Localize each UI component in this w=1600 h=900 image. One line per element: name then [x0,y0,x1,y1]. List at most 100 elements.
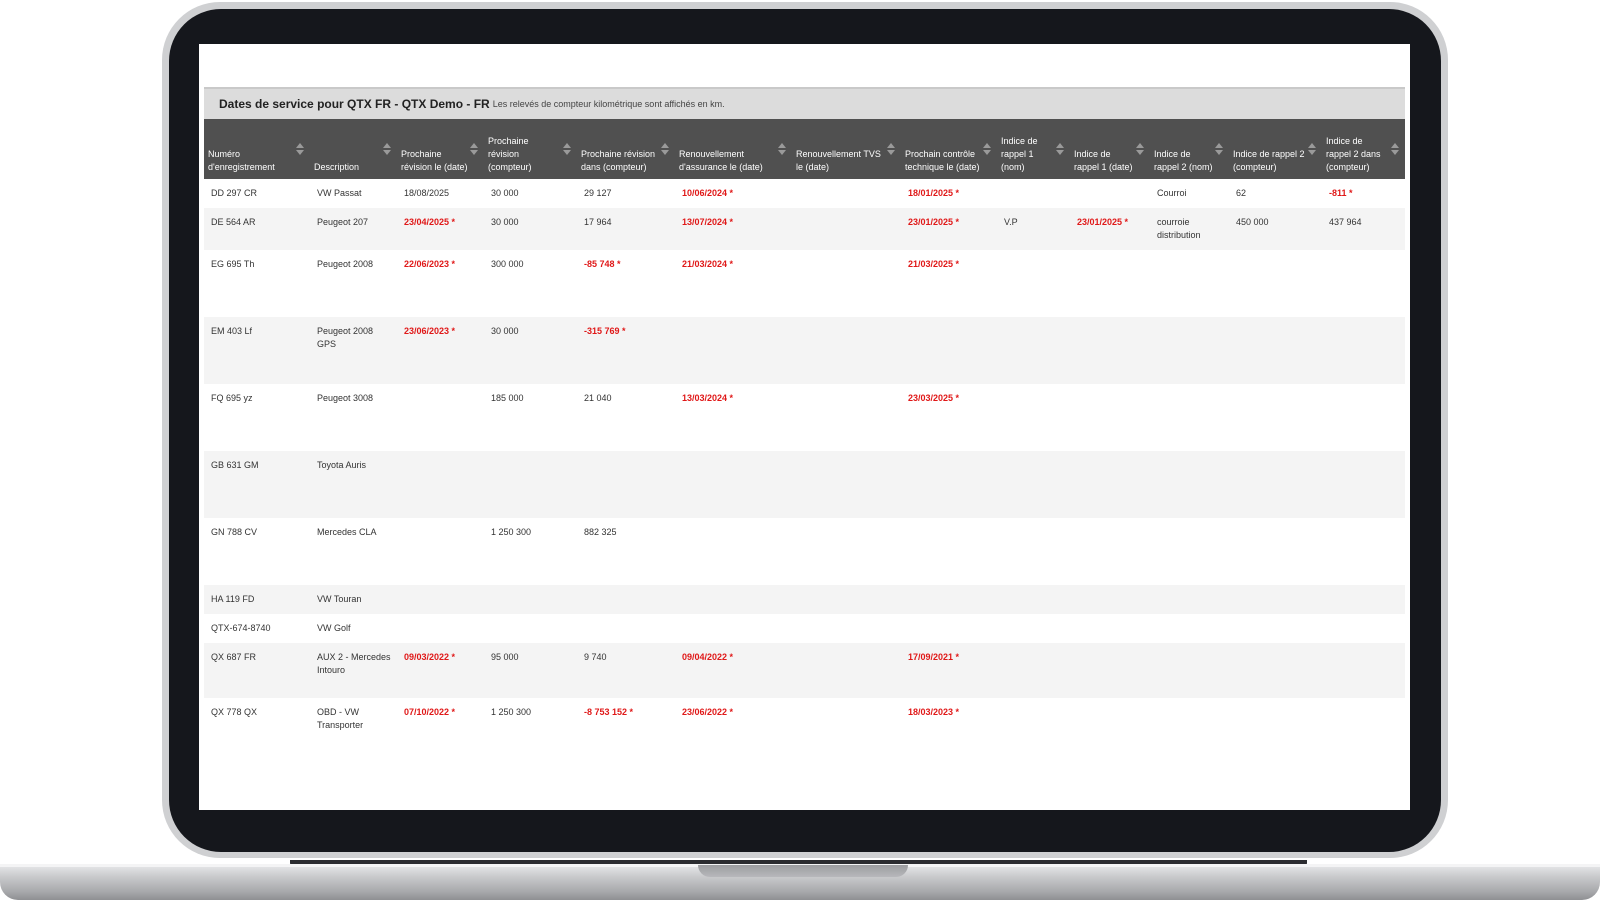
table-row[interactable]: QTX-674-8740 VW Golf [204,614,1405,643]
table-cell [1150,451,1229,518]
table-cell [1229,250,1322,317]
table-cell: QX 687 FR [204,643,310,698]
column-header[interactable]: Indice de rappel 1 (date) [1070,119,1150,179]
unit-note: Les relevés de compteur kilométrique son… [492,99,725,109]
table-cell: 21/03/2024 * [675,250,792,317]
table-cell: 17 964 [577,208,675,250]
table-cell [1322,317,1405,384]
table-cell [901,518,997,585]
table-cell: -315 769 * [577,317,675,384]
table-cell [997,384,1070,451]
sort-arrows-icon[interactable] [778,143,786,155]
table-cell: QX 778 QX [204,698,310,740]
table-cell: EM 403 Lf [204,317,310,384]
table-cell [997,698,1070,740]
column-header[interactable]: Prochaine révision le (date) [397,119,484,179]
table-cell [1150,250,1229,317]
sort-arrows-icon[interactable] [470,143,478,155]
sort-arrows-icon[interactable] [1391,143,1399,155]
table-row[interactable]: EM 403 Lf Peugeot 2008 GPS 23/06/2023 * 30 … [204,317,1405,384]
sort-arrows-icon[interactable] [563,143,571,155]
table-row[interactable]: DE 564 AR Peugeot 207 23/04/2025 * 30 000 17… [204,208,1405,250]
column-header[interactable]: Renouvellement TVS le (date) [792,119,901,179]
table-cell [397,614,484,643]
table-cell: DD 297 CR [204,179,310,208]
table-cell [397,585,484,614]
column-header[interactable]: Renouvellement d'assurance le (date) [675,119,792,179]
table-cell: 17/09/2021 * [901,643,997,698]
table-row[interactable]: HA 119 FD VW Touran [204,585,1405,614]
table-cell [792,698,901,740]
column-header[interactable]: Description [310,119,397,179]
column-header[interactable]: Indice de rappel 2 dans (compteur) [1322,119,1405,179]
table-row[interactable]: QX 687 FR AUX 2 - Mercedes Intouro 09/03/2… [204,643,1405,698]
column-header[interactable]: Numéro d'enregistrement [204,119,310,179]
table-cell: 95 000 [484,643,577,698]
table-cell: 1 250 300 [484,518,577,585]
table-row[interactable]: QX 778 QX OBD - VW Transporter 07/10/2022 … [204,698,1405,740]
table-cell: 13/07/2024 * [675,208,792,250]
column-header[interactable]: Indice de rappel 1 (nom) [997,119,1070,179]
table-cell [1150,317,1229,384]
table-cell [901,585,997,614]
table-cell [997,614,1070,643]
table-cell [1322,451,1405,518]
table-cell: 437 964 [1322,208,1405,250]
table-cell: 30 000 [484,179,577,208]
table-cell [397,518,484,585]
table-cell: courroie distribution [1150,208,1229,250]
sort-arrows-icon[interactable] [661,143,669,155]
table-cell: 300 000 [484,250,577,317]
table-header-row: Numéro d'enregistrement Description Procha… [204,119,1405,179]
table-cell [792,208,901,250]
sort-arrows-icon[interactable] [1215,143,1223,155]
table-cell: 23/04/2025 * [397,208,484,250]
table-row[interactable]: FQ 695 yz Peugeot 3008 185 000 21 040 13/03/… [204,384,1405,451]
table-cell: Peugeot 207 [310,208,397,250]
table-cell [792,518,901,585]
sort-arrows-icon[interactable] [383,143,391,155]
table-cell [792,643,901,698]
table-cell: HA 119 FD [204,585,310,614]
table-row[interactable]: GB 631 GM Toyota Auris [204,451,1405,518]
table-cell [397,384,484,451]
table-cell: OBD - VW Transporter [310,698,397,740]
sort-arrows-icon[interactable] [1136,143,1144,155]
table-cell [1070,698,1150,740]
table-cell: 23/01/2025 * [1070,208,1150,250]
table-cell: EG 695 Th [204,250,310,317]
sort-arrows-icon[interactable] [1056,143,1064,155]
table-cell [1322,585,1405,614]
table-cell: Peugeot 3008 [310,384,397,451]
page-title: Dates de service pour QTX FR - QTX Demo … [219,97,490,111]
sort-arrows-icon[interactable] [296,143,304,155]
table-cell: 18/03/2023 * [901,698,997,740]
table-cell: 23/06/2022 * [675,698,792,740]
column-header[interactable]: Prochaine révision dans (compteur) [577,119,675,179]
table-cell: 09/04/2022 * [675,643,792,698]
table-cell: 29 127 [577,179,675,208]
sort-arrows-icon[interactable] [1308,143,1316,155]
table-cell [1070,384,1150,451]
table-row[interactable]: DD 297 CR VW Passat 18/08/2025 30 000 29 127… [204,179,1405,208]
table-row[interactable]: EG 695 Th Peugeot 2008 22/06/2023 * 300 000… [204,250,1405,317]
table-cell: 23/01/2025 * [901,208,997,250]
table-cell [1150,518,1229,585]
sort-arrows-icon[interactable] [887,143,895,155]
table-body: DD 297 CR VW Passat 18/08/2025 30 000 29 127… [204,179,1405,740]
sort-arrows-icon[interactable] [983,143,991,155]
table-cell [997,643,1070,698]
table-cell [1070,585,1150,614]
table-cell [1150,614,1229,643]
table-cell: Mercedes CLA [310,518,397,585]
column-header[interactable]: Prochain contrôle technique le (date) [901,119,997,179]
column-header[interactable]: Indice de rappel 2 (compteur) [1229,119,1322,179]
column-header[interactable]: Prochaine révision (compteur) [484,119,577,179]
column-header[interactable]: Indice de rappel 2 (nom) [1150,119,1229,179]
table-cell: GB 631 GM [204,451,310,518]
table-row[interactable]: GN 788 CV Mercedes CLA 1 250 300 882 325 [204,518,1405,585]
table-cell [997,179,1070,208]
table-cell [901,451,997,518]
table-cell [1322,643,1405,698]
table-cell: VW Golf [310,614,397,643]
